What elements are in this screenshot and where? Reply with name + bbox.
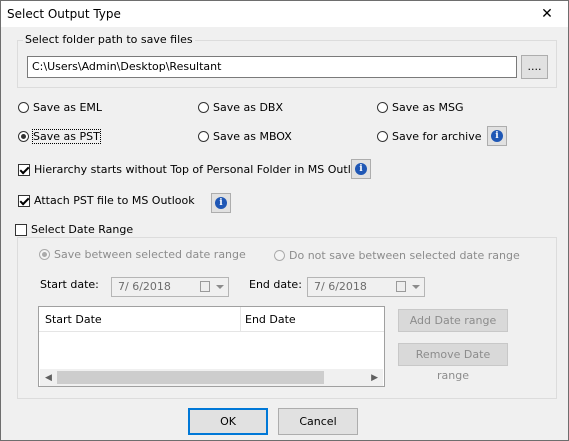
end-date-label: End date:: [249, 278, 302, 291]
chevron-down-icon: [412, 285, 420, 289]
info-icon: i: [491, 130, 503, 142]
radio-circle: [377, 102, 388, 113]
radio-save-pst[interactable]: Save as PST: [18, 129, 101, 144]
end-date-picker[interactable]: 7/ 6/2018: [307, 277, 425, 297]
checkbox-box: [18, 194, 30, 207]
radio-label: Save as DBX: [213, 101, 284, 114]
radio-label: Save between selected date range: [54, 248, 246, 261]
attach-info-button[interactable]: i: [211, 193, 231, 213]
browse-button[interactable]: ....: [521, 55, 548, 79]
checkbox-hierarchy[interactable]: Hierarchy starts without Top of Personal…: [18, 163, 371, 176]
dialog-window: Select Output Type ✕ Select folder path …: [0, 0, 569, 441]
radio-label: Save as PST: [32, 129, 101, 144]
chevron-down-icon: [216, 285, 224, 289]
date-range-table[interactable]: Start Date End Date ◀ ▶: [38, 306, 385, 387]
radio-save-mbox[interactable]: Save as MBOX: [198, 130, 292, 143]
radio-circle: [18, 131, 29, 142]
remove-date-range-button[interactable]: Remove Date range: [398, 343, 508, 382]
close-icon[interactable]: ✕: [532, 2, 562, 26]
radio-circle: [18, 102, 29, 113]
info-icon: i: [355, 163, 367, 175]
checkbox-label: Attach PST file to MS Outlook: [34, 194, 195, 207]
cancel-button[interactable]: Cancel: [278, 408, 358, 435]
radio-circle: [39, 249, 50, 260]
checkbox-attach-pst[interactable]: Attach PST file to MS Outlook: [18, 194, 195, 207]
radio-save-archive[interactable]: Save for archive: [377, 130, 482, 143]
checkbox-date-range[interactable]: Select Date Range: [13, 223, 136, 236]
scroll-right-icon[interactable]: ▶: [371, 373, 378, 383]
info-icon: i: [215, 197, 227, 209]
radio-circle: [377, 131, 388, 142]
radio-save-msg[interactable]: Save as MSG: [377, 101, 463, 114]
folder-path-input[interactable]: C:\Users\Admin\Desktop\Resultant: [27, 56, 517, 78]
radio-save-dbx[interactable]: Save as DBX: [198, 101, 283, 114]
radio-label: Save for archive: [392, 130, 482, 143]
radio-label: Save as MSG: [392, 101, 464, 114]
radio-do-not-save-between[interactable]: Do not save between selected date range: [274, 249, 520, 262]
radio-save-eml[interactable]: Save as EML: [18, 101, 102, 114]
folder-path-label: Select folder path to save files: [23, 33, 195, 46]
radio-label: Save as MBOX: [213, 130, 292, 143]
radio-save-between[interactable]: Save between selected date range: [39, 248, 246, 261]
title-bar: Select Output Type ✕: [1, 1, 568, 27]
start-date-value: 7/ 6/2018: [118, 280, 171, 293]
radio-circle: [198, 102, 209, 113]
radio-circle: [274, 250, 285, 261]
start-date-picker[interactable]: 7/ 6/2018: [111, 277, 229, 297]
scroll-left-icon[interactable]: ◀: [45, 373, 52, 383]
checkbox-label: Select Date Range: [31, 223, 134, 236]
add-date-range-button[interactable]: Add Date range: [398, 309, 508, 332]
calendar-icon: [200, 281, 210, 292]
calendar-icon: [396, 281, 406, 292]
checkbox-box: [18, 163, 30, 176]
checkbox-box: [15, 223, 27, 236]
horizontal-scrollbar[interactable]: ◀ ▶: [40, 369, 383, 386]
checkbox-label: Hierarchy starts without Top of Personal…: [34, 163, 371, 176]
start-date-label: Start date:: [40, 278, 99, 291]
ok-button[interactable]: OK: [188, 408, 268, 435]
hierarchy-info-button[interactable]: i: [351, 159, 371, 179]
column-divider: [240, 307, 241, 331]
scrollbar-thumb[interactable]: [57, 371, 324, 384]
radio-label: Save as EML: [33, 101, 103, 114]
archive-info-button[interactable]: i: [487, 126, 507, 146]
end-date-value: 7/ 6/2018: [314, 280, 367, 293]
table-header: Start Date End Date: [39, 307, 384, 332]
radio-circle: [198, 131, 209, 142]
window-title: Select Output Type: [7, 7, 121, 21]
column-start-date[interactable]: Start Date: [45, 313, 102, 326]
column-end-date[interactable]: End Date: [245, 313, 296, 326]
radio-label: Do not save between selected date range: [289, 249, 520, 262]
